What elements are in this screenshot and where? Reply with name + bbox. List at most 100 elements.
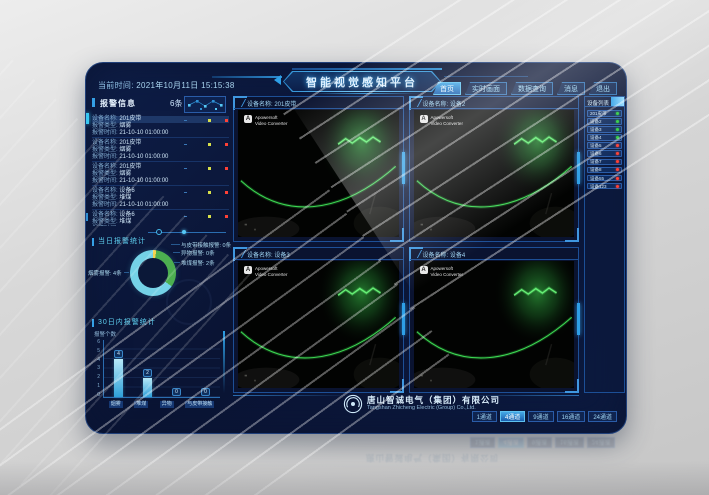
nav-button-message[interactable]: 消息	[557, 82, 585, 95]
bar	[143, 378, 152, 397]
channel-button-9[interactable]: 9通道	[528, 411, 553, 422]
status-dot	[616, 112, 619, 115]
device-list-item[interactable]: 设备8	[587, 167, 622, 174]
channel-button-16[interactable]: 16通道	[557, 411, 586, 422]
device-list-item[interactable]: 设备4	[587, 134, 622, 141]
bar-value: 2	[143, 369, 152, 377]
title-box: 智能视觉感知平台	[283, 71, 441, 92]
alarm-list: 设备名称: 201皮带 报警类型: 烟雾 报警时间: 21-10-10 01:0…	[92, 114, 229, 226]
header-slash	[236, 99, 246, 107]
device-list-item[interactable]: 设备6	[587, 150, 622, 157]
page-title: 智能视觉感知平台	[306, 74, 418, 90]
device-list-item[interactable]: 设备123	[587, 183, 622, 190]
watermark: A ApowersoftVideo Converter	[244, 266, 287, 277]
video-panel-2[interactable]: 设备名称: 设备2 A ApowersoftVideo Converter	[409, 96, 580, 242]
bar-value: 4	[114, 350, 123, 358]
pie-label: 与皮带接触报警: 0条	[181, 241, 231, 249]
channel-button-1[interactable]: 1通道	[472, 411, 497, 422]
watermark-icon: A	[420, 266, 428, 274]
status-dot	[616, 152, 619, 155]
header-decoration-line	[212, 76, 282, 78]
video-feed: A ApowersoftVideo Converter	[414, 261, 575, 388]
nav-button-home[interactable]: 首页	[433, 82, 461, 95]
watermark: A ApowersoftVideo Converter	[420, 266, 463, 277]
video-feed: A ApowersoftVideo Converter	[238, 110, 399, 237]
bar-chart: 4 2 0 0	[103, 340, 220, 398]
channel-selector: 1通道 4通道 9通道 16通道 24通道	[472, 411, 617, 422]
nav-button-live-view[interactable]: 实时画面	[465, 82, 507, 95]
alarm-entry[interactable]: 设备名称: 设备6 报警类型: 堆煤 报警时间: 21-10-10 01:00:…	[92, 210, 229, 226]
ghost-ring-decoration	[166, 279, 212, 325]
company-name-en: Tangshan Zhicheng Electric (Group) Co.,L…	[367, 405, 476, 411]
channel-button-24[interactable]: 24通道	[588, 411, 617, 422]
watermark-icon: A	[420, 115, 428, 123]
watermark: A ApowersoftVideo Converter	[244, 115, 287, 126]
video-panel-1[interactable]: 设备名称: 201皮带 A ApowersoftVideo Converter	[233, 96, 404, 242]
leader-line	[171, 244, 180, 245]
main-nav: 首页 实时画面 数据查询 消息 退出	[433, 82, 617, 95]
device-list-item[interactable]: 设备3	[587, 126, 622, 133]
alarm-entry[interactable]: 设备名称: 201皮带 报警类型: 烟雾 报警时间: 21-10-10 01:0…	[92, 162, 229, 186]
bar-value: 0	[172, 388, 181, 396]
alarm-count-badge: 6条	[170, 98, 182, 109]
alarm-indicator	[184, 143, 228, 146]
header-decoration-line	[444, 76, 528, 77]
status-dot	[616, 144, 619, 147]
status-dot	[616, 160, 619, 163]
status-dot	[616, 168, 619, 171]
alarm-indicator	[184, 191, 228, 194]
pie-label: 堆煤报警: 2条	[181, 259, 215, 267]
bar-chart-yaxis: 6543210	[89, 340, 100, 398]
vertical-accent	[223, 331, 225, 393]
device-list-item[interactable]: 设备55	[587, 175, 622, 182]
panel-accent-bar	[577, 303, 580, 335]
video-title: 设备名称: 设备3	[247, 250, 290, 259]
header-decoration-line	[292, 68, 442, 70]
device-list-tab[interactable]	[611, 97, 624, 106]
pie-label: 异物报警: 0条	[181, 249, 215, 257]
alarm-indicator	[184, 119, 228, 122]
video-title: 设备名称: 设备2	[423, 99, 466, 108]
device-list-item[interactable]: 设备5	[587, 142, 622, 149]
alarm-panel-title: 报警信息	[100, 98, 136, 109]
nav-button-exit[interactable]: 退出	[589, 82, 617, 95]
bar	[114, 359, 123, 397]
device-list-title: 设备列表	[587, 99, 609, 107]
pie-label: 烟雾报警: 4条	[88, 269, 122, 277]
leader-line	[174, 262, 180, 263]
footer-reflection: 1通道 4通道 9通道 16通道 24通道	[470, 437, 615, 448]
status-dot	[616, 136, 619, 139]
header-slash	[411, 99, 421, 107]
alarm-entry[interactable]: 设备名称: 设备6 报警类型: 堆煤 报警时间: 21-10-10 01:00:…	[92, 186, 229, 210]
panel-accent-bar	[402, 303, 405, 335]
channel-button-4[interactable]: 4通道	[500, 411, 525, 422]
video-title: 设备名称: 设备4	[423, 250, 466, 259]
watermark-icon: A	[244, 266, 252, 274]
alarm-entry[interactable]: 设备名称: 201皮带 报警类型: 烟雾 报警时间: 21-10-10 01:0…	[92, 138, 229, 162]
alarm-entry[interactable]: 设备名称: 201皮带 报警类型: 烟雾 报警时间: 21-10-10 01:0…	[92, 114, 229, 138]
status-dot	[616, 185, 619, 188]
bar-chart-ylabel: 报警个数	[94, 330, 116, 338]
nav-button-data-query[interactable]: 数据查询	[511, 82, 553, 95]
device-list-item[interactable]: 设备2	[587, 118, 622, 125]
panel-accent-bar	[577, 152, 580, 184]
status-dot	[616, 120, 619, 123]
header-slash	[411, 250, 421, 258]
title-chevron-icon	[274, 75, 281, 85]
status-dot	[616, 177, 619, 180]
video-panel-4[interactable]: 设备名称: 设备4 A ApowersoftVideo Converter	[409, 247, 580, 393]
bar-value: 0	[201, 388, 210, 396]
status-dot	[616, 128, 619, 131]
alarm-indicator	[184, 167, 228, 170]
circuit-decoration	[184, 96, 226, 113]
video-feed: A ApowersoftVideo Converter	[414, 110, 575, 237]
device-list-item[interactable]: 设备7	[587, 159, 622, 166]
video-panel-3[interactable]: 设备名称: 设备3 A ApowersoftVideo Converter	[233, 247, 404, 393]
device-list-item[interactable]: 201皮带	[587, 110, 622, 117]
edge-accent	[86, 113, 89, 124]
dashboard-panel: 当前时间: 2021年10月11日 15:15:38 智能视觉感知平台 首页 实…	[85, 62, 627, 434]
bar-chart-categories: 烟雾堆煤异物与皮带接触	[103, 401, 220, 408]
company-reflection: 唐山智诚电气（集团）有限公司	[366, 452, 499, 464]
video-grid: 设备名称: 201皮带 A ApowersoftVideo Converter …	[233, 96, 579, 393]
panel-accent-bar	[402, 152, 405, 184]
